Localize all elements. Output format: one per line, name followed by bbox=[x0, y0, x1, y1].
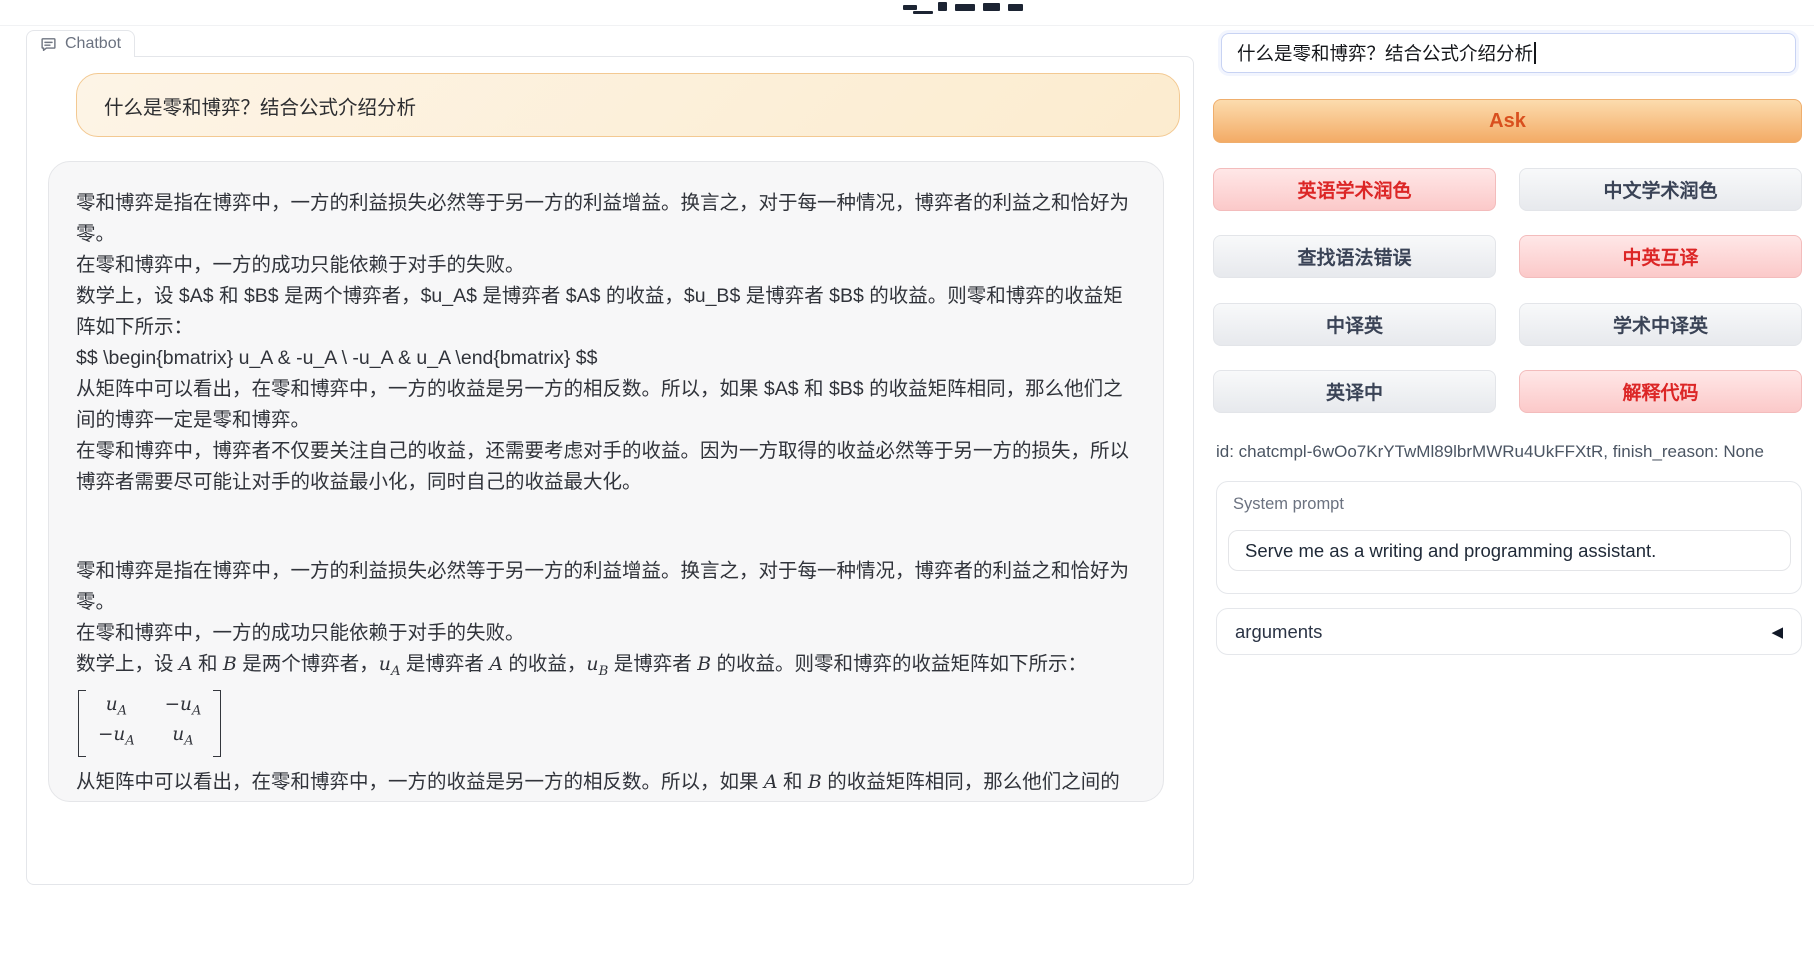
user-message-bubble: 什么是零和博弈？结合公式介绍分析 bbox=[76, 73, 1180, 137]
prompt-input[interactable]: 什么是零和博弈？结合公式介绍分析 bbox=[1221, 33, 1796, 73]
chat-bubble-icon bbox=[40, 36, 57, 53]
bot-raw-answer: 零和博弈是指在博弈中，一方的利益损失必然等于另一方的利益增益。换言之，对于每一种… bbox=[76, 188, 1136, 498]
payoff-matrix: uA−uA−uAuA bbox=[76, 687, 1136, 767]
bot-message-bubble: 零和博弈是指在博弈中，一方的利益损失必然等于另一方的利益增益。换言之，对于每一种… bbox=[48, 161, 1164, 802]
prompt-input-value: 什么是零和博弈？结合公式介绍分析 bbox=[1237, 40, 1533, 66]
quick-button-label: 中英互译 bbox=[1622, 243, 1698, 270]
quick-button-en-to-zh[interactable]: 英译中 bbox=[1213, 370, 1496, 413]
arguments-accordion-label: arguments bbox=[1235, 621, 1322, 643]
matrix-right-bracket bbox=[213, 690, 221, 757]
system-prompt-block: System prompt Serve me as a writing and … bbox=[1216, 481, 1802, 594]
rendered-paragraph: 零和博弈是指在博弈中，一方的利益损失必然等于另一方的利益增益。换言之，对于每一种… bbox=[76, 556, 1136, 618]
chatbot-messages[interactable]: 什么是零和博弈？结合公式介绍分析 零和博弈是指在博弈中，一方的利益损失必然等于另… bbox=[26, 56, 1194, 885]
quick-button-english-polish[interactable]: 英语学术润色 bbox=[1213, 168, 1496, 211]
rendered-conclusion: 从矩阵中可以看出，在零和博弈中，一方的收益是另一方的相反数。所以，如果 A 和 … bbox=[76, 767, 1136, 802]
quick-button-label: 查找语法错误 bbox=[1297, 243, 1411, 270]
text-caret bbox=[1534, 42, 1536, 64]
clipped-page-title bbox=[900, 0, 1028, 14]
rendered-math-intro: 数学上，设 A 和 B 是两个博弈者，uA 是博弈者 A 的收益，uB 是博弈者… bbox=[76, 649, 1136, 687]
rendered-paragraph: 在零和博弈中，一方的成功只能依赖于对手的失败。 bbox=[76, 618, 1136, 649]
accordion-collapse-icon: ◀ bbox=[1771, 623, 1783, 641]
chatbot-label: Chatbot bbox=[26, 30, 135, 57]
quick-button-find-grammar-errors[interactable]: 查找语法错误 bbox=[1213, 235, 1496, 278]
quick-button-zh-to-en[interactable]: 中译英 bbox=[1213, 303, 1496, 346]
system-prompt-input[interactable]: Serve me as a writing and programming as… bbox=[1228, 530, 1791, 571]
system-prompt-value: Serve me as a writing and programming as… bbox=[1245, 540, 1656, 562]
matrix-cells: uA−uA−uAuA bbox=[86, 690, 213, 757]
bot-rendered-answer: 零和博弈是指在博弈中，一方的利益损失必然等于另一方的利益增益。换言之，对于每一种… bbox=[76, 556, 1136, 802]
ask-button-label: Ask bbox=[1489, 110, 1526, 133]
user-message-text: 什么是零和博弈？结合公式介绍分析 bbox=[104, 91, 416, 120]
arguments-accordion-header[interactable]: arguments ◀ bbox=[1216, 608, 1802, 655]
chatbot-label-text: Chatbot bbox=[65, 35, 121, 53]
system-prompt-label: System prompt bbox=[1233, 495, 1344, 514]
quick-button-zh-en-mutual-translate[interactable]: 中英互译 bbox=[1519, 235, 1802, 278]
quick-button-explain-code[interactable]: 解释代码 bbox=[1519, 370, 1802, 413]
quick-button-label: 解释代码 bbox=[1622, 378, 1698, 405]
response-status-line: id: chatcmpl-6wOo7KrYTwMl89lbrMWRu4UkFFX… bbox=[1216, 442, 1764, 462]
header-divider bbox=[0, 25, 1814, 26]
matrix-left-bracket bbox=[78, 690, 86, 757]
quick-button-label: 学术中译英 bbox=[1613, 311, 1708, 338]
quick-button-label: 中译英 bbox=[1326, 311, 1383, 338]
quick-button-label: 中文学术润色 bbox=[1603, 176, 1717, 203]
quick-button-label: 英语学术润色 bbox=[1297, 176, 1411, 203]
quick-button-chinese-polish[interactable]: 中文学术润色 bbox=[1519, 168, 1802, 211]
quick-button-academic-zh-to-en[interactable]: 学术中译英 bbox=[1519, 303, 1802, 346]
quick-button-label: 英译中 bbox=[1326, 378, 1383, 405]
ask-button[interactable]: Ask bbox=[1213, 99, 1802, 143]
